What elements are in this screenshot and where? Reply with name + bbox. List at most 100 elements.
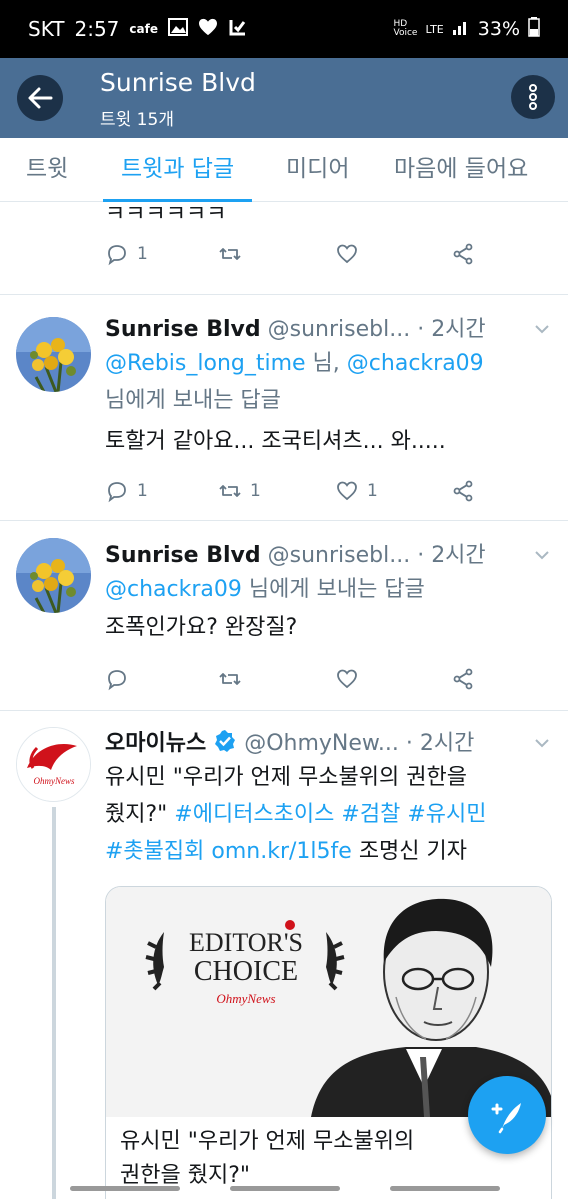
tweet-text: 조폭인가요? 완장질?: [105, 615, 298, 640]
heart-icon: [337, 244, 357, 264]
back-button[interactable]: [17, 75, 63, 121]
author-handle: @OhmyNew...: [244, 731, 399, 756]
retweet-button[interactable]: 1: [218, 479, 261, 503]
reply-icon: [108, 245, 126, 266]
tweet-header: Sunrise Blvd @sunrisebl... · 2시간: [105, 311, 486, 343]
retweet-button[interactable]: [218, 242, 242, 266]
battery-percent: 33%: [477, 18, 520, 40]
mention-link[interactable]: @chackra09: [347, 351, 484, 376]
retweet-icon: [219, 673, 241, 685]
heart-icon: [337, 481, 357, 501]
compose-feather-icon: [491, 1103, 521, 1134]
cafe-icon: cafe: [129, 22, 158, 36]
badge-choice: CHOICE: [194, 956, 298, 987]
author-handle: @sunrisebl...: [267, 543, 411, 568]
nav-home-hint: [230, 1186, 340, 1191]
tab-media[interactable]: 미디어: [286, 138, 349, 202]
mention-link[interactable]: @chackra09: [105, 577, 242, 602]
url-link[interactable]: omn.kr/1l5fe: [211, 839, 351, 864]
reply-context: @Rebis_long_time 님, @chackra09 님에게 보내는 답…: [105, 351, 484, 413]
reply-context: @chackra09 님에게 보내는 답글: [105, 577, 425, 602]
tweet-item[interactable]: Sunrise Blvd @sunrisebl... · 2시간 @Rebis_…: [0, 295, 568, 521]
tweet-item[interactable]: Sunrise Blvd @sunrisebl... · 2시간 @chackr…: [0, 521, 568, 711]
reply-count: 1: [137, 244, 148, 264]
thread-line: [52, 807, 56, 1199]
like-button[interactable]: 1: [335, 479, 378, 503]
timeline-feed[interactable]: ㅋㅋㅋㅋㅋㅋ 1 Sunrise Blvd @sunrisebl... · 2시…: [0, 202, 568, 1199]
check-status-icon: [228, 17, 248, 42]
carrier-label: SKT: [28, 17, 65, 41]
tweet-time: · 2시간: [417, 317, 486, 342]
author-name[interactable]: 오마이뉴스: [105, 731, 206, 756]
profile-tabs: 트윗 트윗과 답글 미디어 마음에 들어요: [0, 138, 568, 202]
tweet-header: Sunrise Blvd @sunrisebl... · 2시간: [105, 537, 486, 569]
logo-text: OhmyNews: [34, 776, 75, 786]
retweet-count: 1: [250, 481, 261, 501]
share-button[interactable]: [451, 667, 475, 691]
chevron-down-icon[interactable]: [534, 319, 550, 338]
reply-button[interactable]: 1: [105, 479, 148, 503]
tab-tweets[interactable]: 트윗: [26, 138, 68, 202]
tweet-actions: [105, 667, 485, 697]
share-icon: [453, 668, 473, 690]
author-name[interactable]: Sunrise Blvd: [105, 543, 261, 568]
compose-tweet-button[interactable]: [468, 1076, 546, 1154]
tweet-actions: 1 1 1: [105, 479, 485, 509]
share-icon: [453, 480, 473, 502]
nav-recent-hint: [70, 1186, 180, 1191]
share-icon: [453, 243, 473, 265]
tweet-text: ㅋㅋㅋㅋㅋㅋ: [105, 202, 227, 227]
link-card[interactable]: EDITOR'S CHOICE OhmyNews 유시민 "우리가 언제 무소불…: [105, 886, 552, 1199]
lte-wifi-icon: LTE: [425, 22, 444, 36]
verified-badge-icon: [213, 729, 237, 759]
tweet-time: · 2시간: [417, 543, 486, 568]
reply-button[interactable]: [105, 667, 129, 691]
badge-editors: EDITOR'S: [189, 928, 303, 957]
tab-tweets-and-replies[interactable]: 트윗과 답글: [103, 138, 253, 202]
retweet-icon: [219, 485, 241, 497]
tweet-header: 오마이뉴스 @OhmyNew... · 2시간: [105, 725, 474, 759]
hashtag-link[interactable]: #유시민: [407, 802, 486, 827]
tweet-actions: 1: [105, 242, 485, 272]
share-button[interactable]: [451, 479, 475, 503]
profile-header: Sunrise Blvd 트윗 15개: [0, 58, 568, 138]
tweet-time: · 2시간: [405, 731, 475, 756]
retweet-icon: [219, 248, 241, 260]
chevron-down-icon[interactable]: [534, 545, 550, 564]
retweet-button[interactable]: [218, 667, 242, 691]
reply-button[interactable]: 1: [105, 242, 148, 266]
like-button[interactable]: [335, 242, 359, 266]
reply-count: 1: [137, 481, 148, 501]
heart-status-icon: [198, 17, 218, 41]
nav-back-hint: [390, 1186, 500, 1191]
header-title: Sunrise Blvd: [100, 68, 256, 97]
hd-voice-icon: HD Voice: [393, 19, 418, 38]
battery-icon: [528, 16, 540, 42]
signal-icon: [452, 18, 470, 41]
tweet-text: 토할거 같아요... 조국티셔츠... 와.....: [105, 429, 446, 454]
chevron-down-icon[interactable]: [534, 733, 550, 752]
hashtag-link[interactable]: #촛불집회: [105, 839, 204, 864]
mention-link[interactable]: @Rebis_long_time: [105, 351, 306, 376]
avatar[interactable]: [16, 317, 91, 392]
hashtag-link[interactable]: #검찰: [341, 802, 400, 827]
like-button[interactable]: [335, 667, 359, 691]
avatar[interactable]: [16, 538, 91, 613]
heart-icon: [337, 669, 357, 689]
share-button[interactable]: [451, 242, 475, 266]
tab-likes[interactable]: 마음에 들어요: [394, 138, 528, 202]
tweet-count: 트윗 15개: [100, 110, 174, 130]
tweet-item[interactable]: ㅋㅋㅋㅋㅋㅋ 1: [0, 202, 568, 295]
more-vertical-icon: [529, 84, 537, 110]
author-name[interactable]: Sunrise Blvd: [105, 317, 261, 342]
more-options-button[interactable]: [511, 75, 555, 119]
badge-brand: OhmyNews: [216, 991, 275, 1006]
reply-icon: [108, 670, 126, 691]
arrow-left-icon: [28, 87, 53, 109]
hashtag-link[interactable]: #에디터스초이스: [174, 802, 334, 827]
tweet-text: 유시민 "우리가 언제 무소불위의 권한을 줬지?" #에디터스초이스 #검찰 …: [105, 765, 487, 864]
clock: 2:57: [74, 17, 120, 41]
reply-icon: [108, 482, 126, 503]
like-count: 1: [367, 481, 378, 501]
avatar[interactable]: OhmyNews: [16, 727, 91, 802]
